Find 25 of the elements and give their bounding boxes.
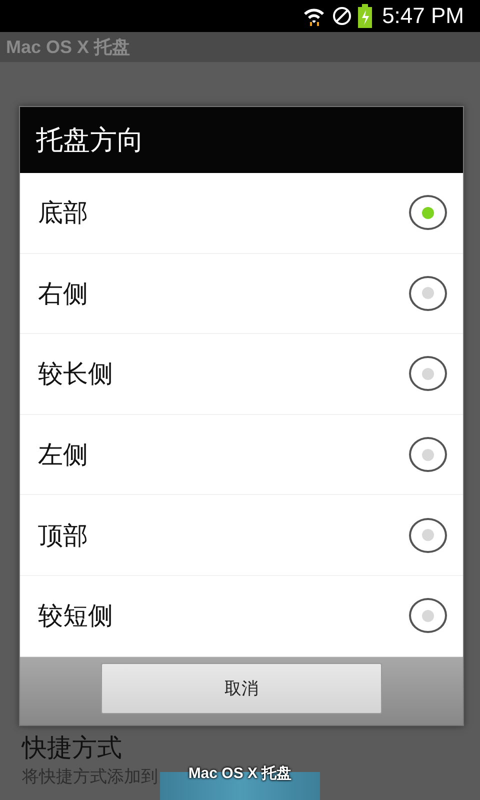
app-title: Mac OS X 托盘	[6, 36, 130, 59]
cancel-button[interactable]: 取消	[101, 662, 382, 714]
dialog-title: 托盘方向	[36, 124, 144, 158]
radio-button[interactable]	[409, 437, 447, 472]
option-label: 较短侧	[38, 600, 113, 632]
setting-title: 快捷方式	[22, 732, 122, 764]
radio-button[interactable]	[409, 276, 447, 311]
radio-button[interactable]	[409, 356, 447, 392]
radio-button[interactable]	[409, 518, 447, 553]
option-label: 右侧	[38, 278, 88, 310]
radio-button[interactable]	[409, 598, 447, 634]
tray-label: Mac OS X 托盘	[188, 764, 292, 783]
option-label: 底部	[38, 197, 88, 230]
option-row[interactable]: 较长侧	[20, 334, 463, 415]
option-row[interactable]: 底部	[20, 173, 463, 254]
battery-charging-icon	[358, 4, 372, 28]
option-label: 左侧	[38, 439, 88, 472]
radio-button[interactable]	[409, 195, 447, 230]
option-label: 顶部	[38, 520, 88, 552]
option-row[interactable]: 右侧	[20, 254, 463, 334]
blocked-icon	[332, 6, 352, 26]
option-row[interactable]: 左侧	[20, 414, 463, 496]
option-label: 较长侧	[38, 358, 113, 390]
clock-time: 5:47 PM	[382, 3, 464, 29]
option-row[interactable]: 顶部	[20, 495, 463, 576]
